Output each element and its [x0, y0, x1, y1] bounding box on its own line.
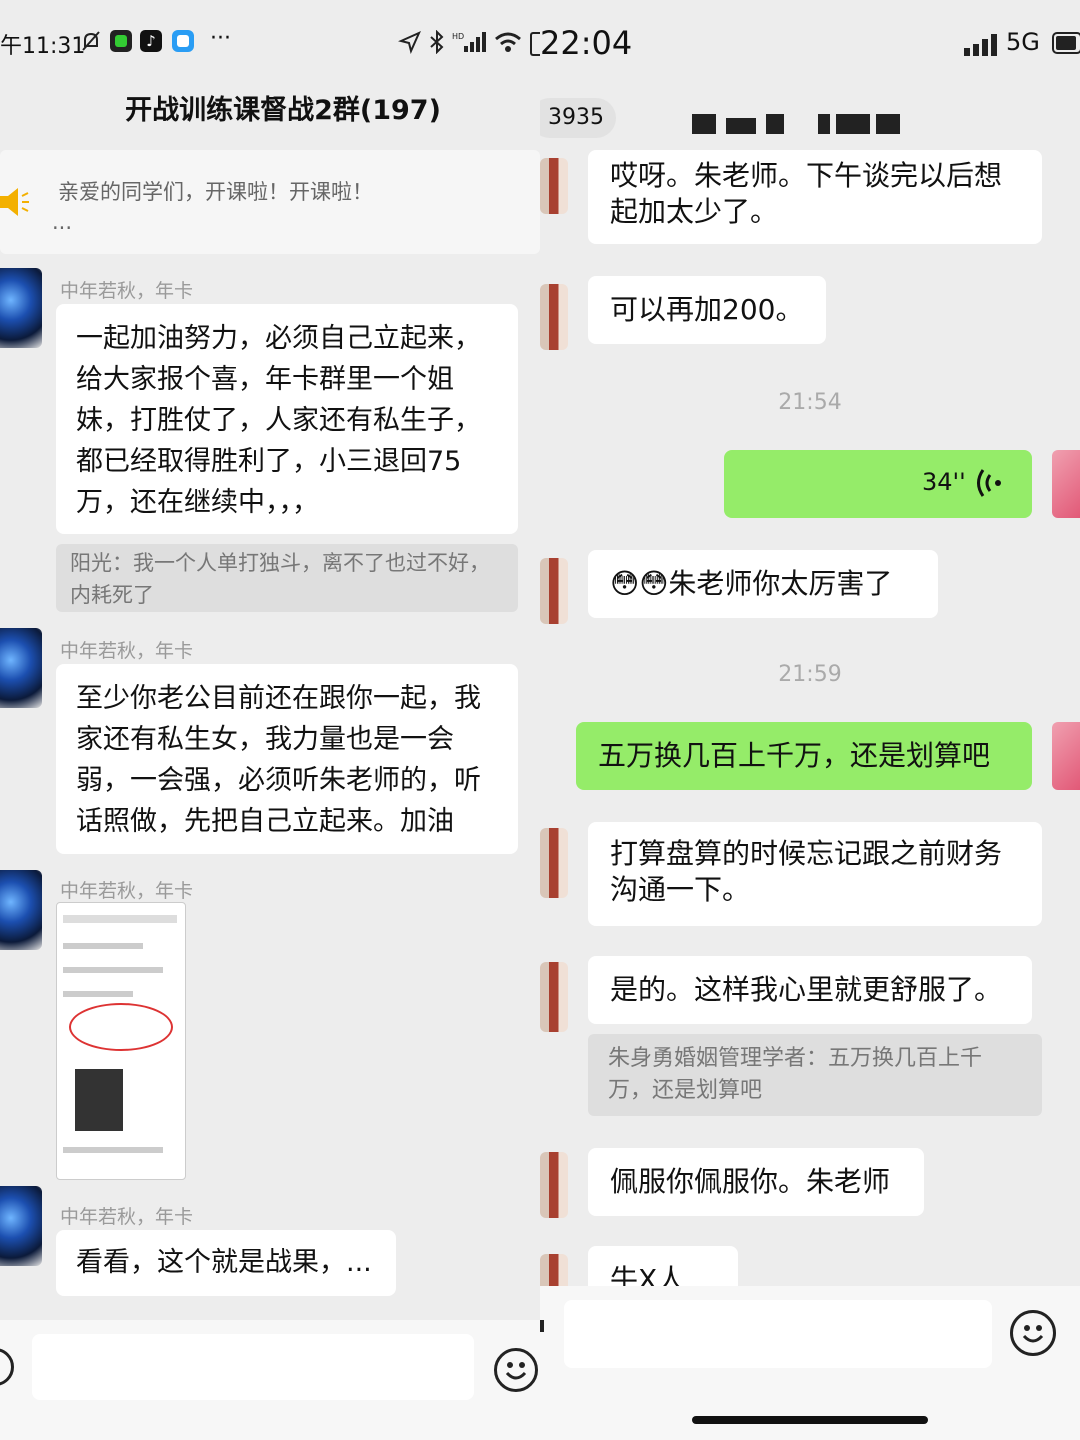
app-icon-green: [110, 30, 132, 52]
redacted-name-block: [726, 118, 756, 134]
voice-duration: 34'': [922, 468, 966, 496]
message-bubble[interactable]: 至少你老公目前还在跟你一起，我家还有私生女，我力量也是一会弱，一会强，必须听朱老…: [56, 664, 518, 854]
network-type: 5G: [1006, 28, 1040, 56]
thumb-line: [63, 967, 163, 973]
quoted-message[interactable]: 朱身勇婚姻管理学者：五万换几百上千万，还是划算吧: [588, 1034, 1042, 1116]
avatar[interactable]: [540, 1152, 568, 1218]
bell-mute-icon: [80, 30, 102, 52]
message-bubble[interactable]: 打算盘算的时候忘记跟之前财务沟通一下。: [588, 822, 1042, 926]
avatar[interactable]: [0, 628, 42, 708]
redacted-name-block: [766, 114, 784, 134]
cell-signal-icon: [964, 34, 998, 56]
right-chat-screenshot: 22:04 5G 3935 哎呀。朱老师。下午谈完以后想起加太少了。 可以再加2…: [540, 0, 1080, 1440]
group-notice[interactable]: 亲爱的同学们，开课啦！开课啦！ ...: [0, 150, 540, 254]
image-message-thumbnail[interactable]: [56, 902, 186, 1180]
avatar[interactable]: [0, 268, 42, 348]
avatar[interactable]: [540, 158, 568, 214]
cell-signal-icon: HD: [452, 30, 486, 54]
bluetooth-icon: [428, 29, 446, 55]
thumb-line: [63, 1147, 163, 1153]
avatar[interactable]: [0, 870, 42, 950]
message-input[interactable]: [564, 1300, 992, 1368]
my-avatar[interactable]: [1052, 450, 1080, 518]
voice-toggle-icon[interactable]: [0, 1348, 14, 1386]
avatar[interactable]: [540, 284, 568, 350]
message-bubble[interactable]: 哎呀。朱老师。下午谈完以后想起加太少了。: [588, 150, 1042, 244]
my-avatar[interactable]: [1052, 722, 1080, 790]
avatar[interactable]: [540, 962, 568, 1032]
redacted-name-block: [818, 114, 830, 134]
sender-name: 中年若秋，年卡: [60, 880, 194, 902]
message-bubble[interactable]: 看看，这个就是战果，...: [56, 1230, 396, 1296]
sender-name: 中年若秋，年卡: [60, 640, 194, 662]
speaker-icon: [0, 184, 30, 220]
left-status-time: 午11:31: [0, 34, 86, 59]
sender-name: 中年若秋，年卡: [60, 280, 194, 302]
redacted-name-block: [836, 114, 870, 134]
avatar[interactable]: [0, 1186, 42, 1266]
notice-text: 亲爱的同学们，开课啦！开课啦！: [58, 180, 373, 204]
timestamp: 21:59: [778, 662, 842, 687]
status-more-dots: ···: [210, 26, 231, 51]
input-bar: [540, 1286, 1080, 1440]
wifi-icon: [494, 30, 522, 54]
message-bubble[interactable]: 是的。这样我心里就更舒服了。: [588, 956, 1032, 1024]
battery-icon: [1052, 32, 1080, 54]
message-bubble[interactable]: 可以再加200。: [588, 276, 826, 344]
svg-text:HD: HD: [452, 32, 464, 41]
timestamp: 21:54: [778, 390, 842, 415]
message-bubble[interactable]: 😳😳朱老师你太厉害了: [588, 550, 938, 618]
message-bubble[interactable]: 佩服你佩服你。朱老师: [588, 1148, 924, 1216]
voice-wave-icon: [976, 468, 1004, 498]
notice-more: ...: [52, 210, 73, 234]
thumb-line: [63, 991, 133, 997]
home-indicator: [692, 1416, 928, 1424]
input-bar-edge: [540, 1320, 544, 1332]
voice-message[interactable]: 34'': [724, 450, 1032, 518]
tiktok-icon: ♪: [140, 30, 162, 52]
group-chat-title: 开战训练课督战2群(197): [125, 95, 441, 126]
thumb-photo: [75, 1069, 123, 1131]
message-bubble[interactable]: 一起加油努力，必须自己立起来，给大家报个喜，年卡群里一个姐妹，打胜仗了，人家还有…: [56, 304, 518, 534]
sender-name: 中年若秋，年卡: [60, 1206, 194, 1228]
location-icon: [397, 30, 422, 55]
thumb-line: [63, 943, 143, 949]
redacted-name-block: [692, 114, 716, 134]
left-chat-screenshot: 午11:31 ♪ ··· HD 开战训练课督战2群(197) 亲爱的同学们，开课…: [0, 0, 540, 1440]
app-icon-blue: [172, 30, 194, 52]
quoted-message[interactable]: 阳光：我一个人单打独斗，离不了也过不好，内耗死了: [56, 544, 518, 612]
right-status-time: 22:04: [540, 24, 633, 62]
battery-icon: [530, 32, 540, 56]
emoji-icon[interactable]: [494, 1348, 538, 1392]
thumb-circle-highlight: [69, 1003, 173, 1051]
message-input[interactable]: [32, 1334, 474, 1400]
emoji-icon[interactable]: [1010, 1310, 1056, 1356]
thumb-line: [63, 915, 177, 923]
unread-badge[interactable]: 3935: [540, 98, 616, 138]
avatar[interactable]: [540, 828, 568, 898]
redacted-name-block: [876, 114, 900, 134]
message-bubble-sent[interactable]: 五万换几百上千万，还是划算吧: [576, 722, 1032, 790]
input-bar: [0, 1320, 540, 1440]
avatar[interactable]: [540, 558, 568, 624]
